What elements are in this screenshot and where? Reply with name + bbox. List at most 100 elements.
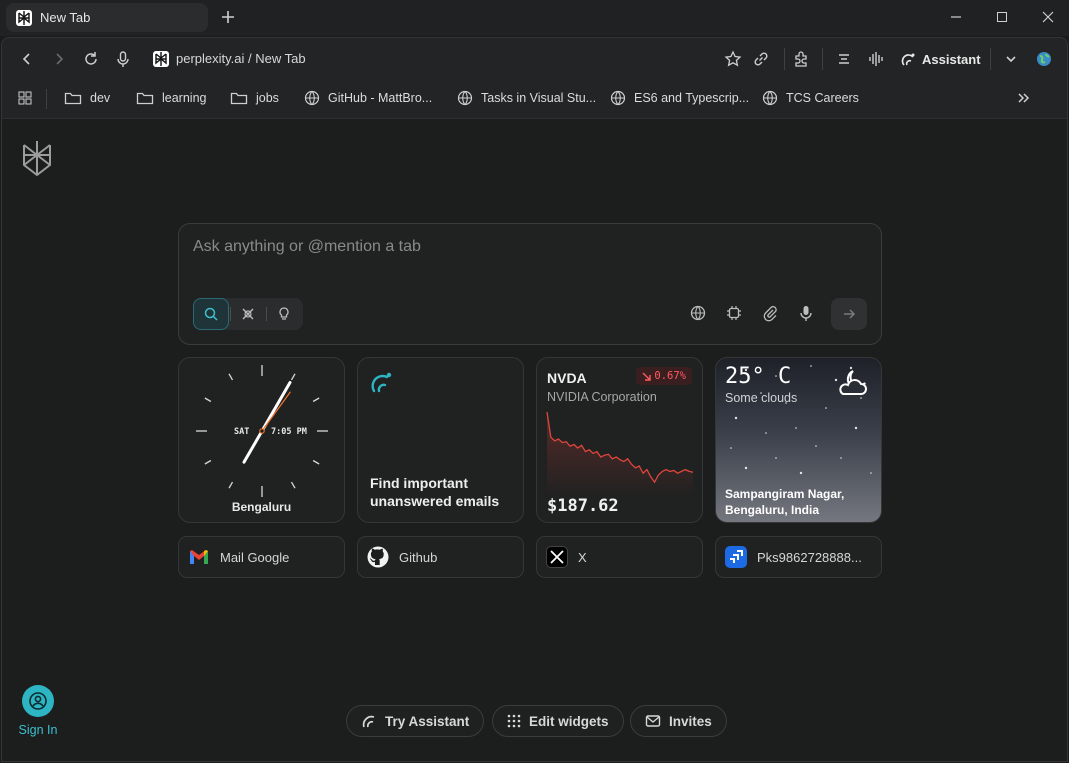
- invites-button[interactable]: Invites: [630, 705, 727, 737]
- search-input[interactable]: [193, 238, 833, 256]
- shortcut-github[interactable]: Github: [357, 536, 524, 578]
- star: [775, 457, 777, 459]
- star: [795, 427, 797, 429]
- address-bar[interactable]: perplexity.ai / New Tab: [176, 51, 306, 66]
- bookmark-es6-typescript[interactable]: ES6 and Typescrip...: [610, 90, 749, 106]
- search-mode-button[interactable]: [193, 298, 229, 330]
- chevron-down-icon[interactable]: [1002, 50, 1020, 68]
- forward-icon[interactable]: [50, 50, 68, 68]
- stock-ticker: NVDA: [547, 370, 587, 386]
- shortcut-x[interactable]: X: [536, 536, 703, 578]
- globe-icon: [762, 90, 778, 106]
- new-tab-page: SAT 7:05 PM Bengaluru Find important una…: [1, 119, 1068, 762]
- clock-tick: [228, 373, 234, 381]
- back-icon[interactable]: [18, 50, 36, 68]
- edit-widgets-button[interactable]: Edit widgets: [492, 705, 624, 737]
- title-bar: New Tab: [0, 0, 1069, 36]
- more-bookmarks-icon[interactable]: [1016, 90, 1032, 106]
- assistant-button[interactable]: Assistant: [900, 47, 981, 71]
- voice-waveform-icon[interactable]: [867, 50, 885, 68]
- mail-icon: [645, 714, 661, 728]
- close-window-icon[interactable]: [1040, 9, 1056, 25]
- perplexity-favicon: [16, 10, 32, 26]
- star: [744, 466, 748, 470]
- clock-day: SAT: [234, 427, 249, 437]
- stock-company: NVIDIA Corporation: [547, 390, 657, 404]
- bookmark-star-icon[interactable]: [724, 50, 742, 68]
- microphone-icon[interactable]: [797, 304, 815, 322]
- extensions-icon[interactable]: [792, 50, 810, 68]
- assistant-label: Assistant: [922, 51, 981, 67]
- toolbar-divider: [784, 48, 785, 70]
- star: [840, 457, 842, 459]
- shortcut-mail-google[interactable]: Mail Google: [178, 536, 345, 578]
- assistant-task-text: Find important unanswered emails: [370, 475, 500, 509]
- star: [730, 447, 732, 449]
- link-icon[interactable]: [752, 50, 770, 68]
- perplexity-logo-icon: [20, 139, 54, 177]
- star: [825, 407, 827, 409]
- star: [854, 426, 858, 430]
- clock-time: 7:05 PM: [271, 427, 307, 437]
- globe-icon[interactable]: [689, 304, 707, 322]
- clock-tick: [312, 459, 320, 465]
- weather-widget[interactable]: 25° C Some clouds Sampangiram Nagar, Ben…: [715, 357, 882, 523]
- shortcut-jira[interactable]: Pks9862728888...: [715, 536, 882, 578]
- assistant-task-widget[interactable]: Find important unanswered emails: [357, 357, 524, 523]
- reload-icon[interactable]: [82, 50, 100, 68]
- stock-sparkline: [546, 411, 694, 498]
- apps-grid-icon[interactable]: [17, 90, 33, 106]
- lightbulb-icon: [276, 306, 292, 322]
- paperclip-icon[interactable]: [761, 304, 779, 322]
- search-icon: [203, 306, 219, 322]
- clock-minute-hand: [260, 381, 292, 433]
- address-toolbar: perplexity.ai / New Tab Assistant: [1, 37, 1068, 79]
- chip-icon[interactable]: [725, 304, 743, 322]
- weather-condition: Some clouds: [725, 391, 798, 405]
- star: [799, 471, 803, 475]
- clock-widget[interactable]: SAT 7:05 PM Bengaluru: [178, 357, 345, 523]
- clock-tick: [204, 459, 212, 465]
- stock-price: $187.62: [547, 496, 619, 516]
- clock-tick: [204, 397, 212, 403]
- moon-cloud-icon: [835, 366, 871, 398]
- folder-icon: [64, 90, 82, 106]
- sign-in-label: Sign In: [18, 723, 58, 737]
- globe-icon: [610, 90, 626, 106]
- menu-lines-icon[interactable]: [835, 50, 853, 68]
- jira-icon: [725, 546, 747, 568]
- bookmark-jobs[interactable]: jobs: [230, 90, 279, 106]
- globe-icon: [304, 90, 320, 106]
- star: [870, 472, 872, 474]
- tab-title: New Tab: [40, 10, 91, 25]
- tab-new-tab[interactable]: New Tab: [6, 3, 208, 32]
- bookmark-github[interactable]: GitHub - MattBro...: [304, 90, 432, 106]
- star: [815, 445, 817, 447]
- toolbar-divider: [822, 48, 823, 70]
- bookmark-tcs-careers[interactable]: TCS Careers: [762, 90, 859, 106]
- weather-location: Sampangiram Nagar, Bengaluru, India: [725, 487, 845, 517]
- minimize-icon[interactable]: [948, 9, 964, 25]
- new-tab-plus-icon[interactable]: [219, 8, 237, 26]
- star: [765, 432, 767, 434]
- bookmark-tasks-visual-studio[interactable]: Tasks in Visual Stu...: [457, 90, 596, 106]
- sign-in-button[interactable]: Sign In: [16, 685, 60, 737]
- try-assistant-button[interactable]: Try Assistant: [346, 705, 485, 737]
- arrow-down-right-icon: [642, 372, 652, 381]
- research-mode-button[interactable]: [230, 298, 266, 330]
- search-box: [178, 223, 882, 345]
- maximize-icon[interactable]: [994, 9, 1010, 25]
- microphone-icon[interactable]: [114, 50, 132, 68]
- assistant-icon: [361, 713, 377, 729]
- stock-widget[interactable]: NVDA NVIDIA Corporation 0.67% $187.62: [536, 357, 703, 523]
- assistant-icon: [370, 370, 394, 394]
- weather-temp: 25° C: [725, 364, 792, 389]
- toolbar-divider: [990, 48, 991, 70]
- atom-icon: [240, 306, 256, 322]
- bookmark-dev[interactable]: dev: [64, 90, 110, 106]
- profile-globe-icon[interactable]: [1035, 50, 1053, 68]
- bookmark-learning[interactable]: learning: [136, 90, 206, 106]
- labs-mode-button[interactable]: [266, 298, 302, 330]
- github-icon: [367, 546, 389, 568]
- submit-button[interactable]: [831, 298, 867, 330]
